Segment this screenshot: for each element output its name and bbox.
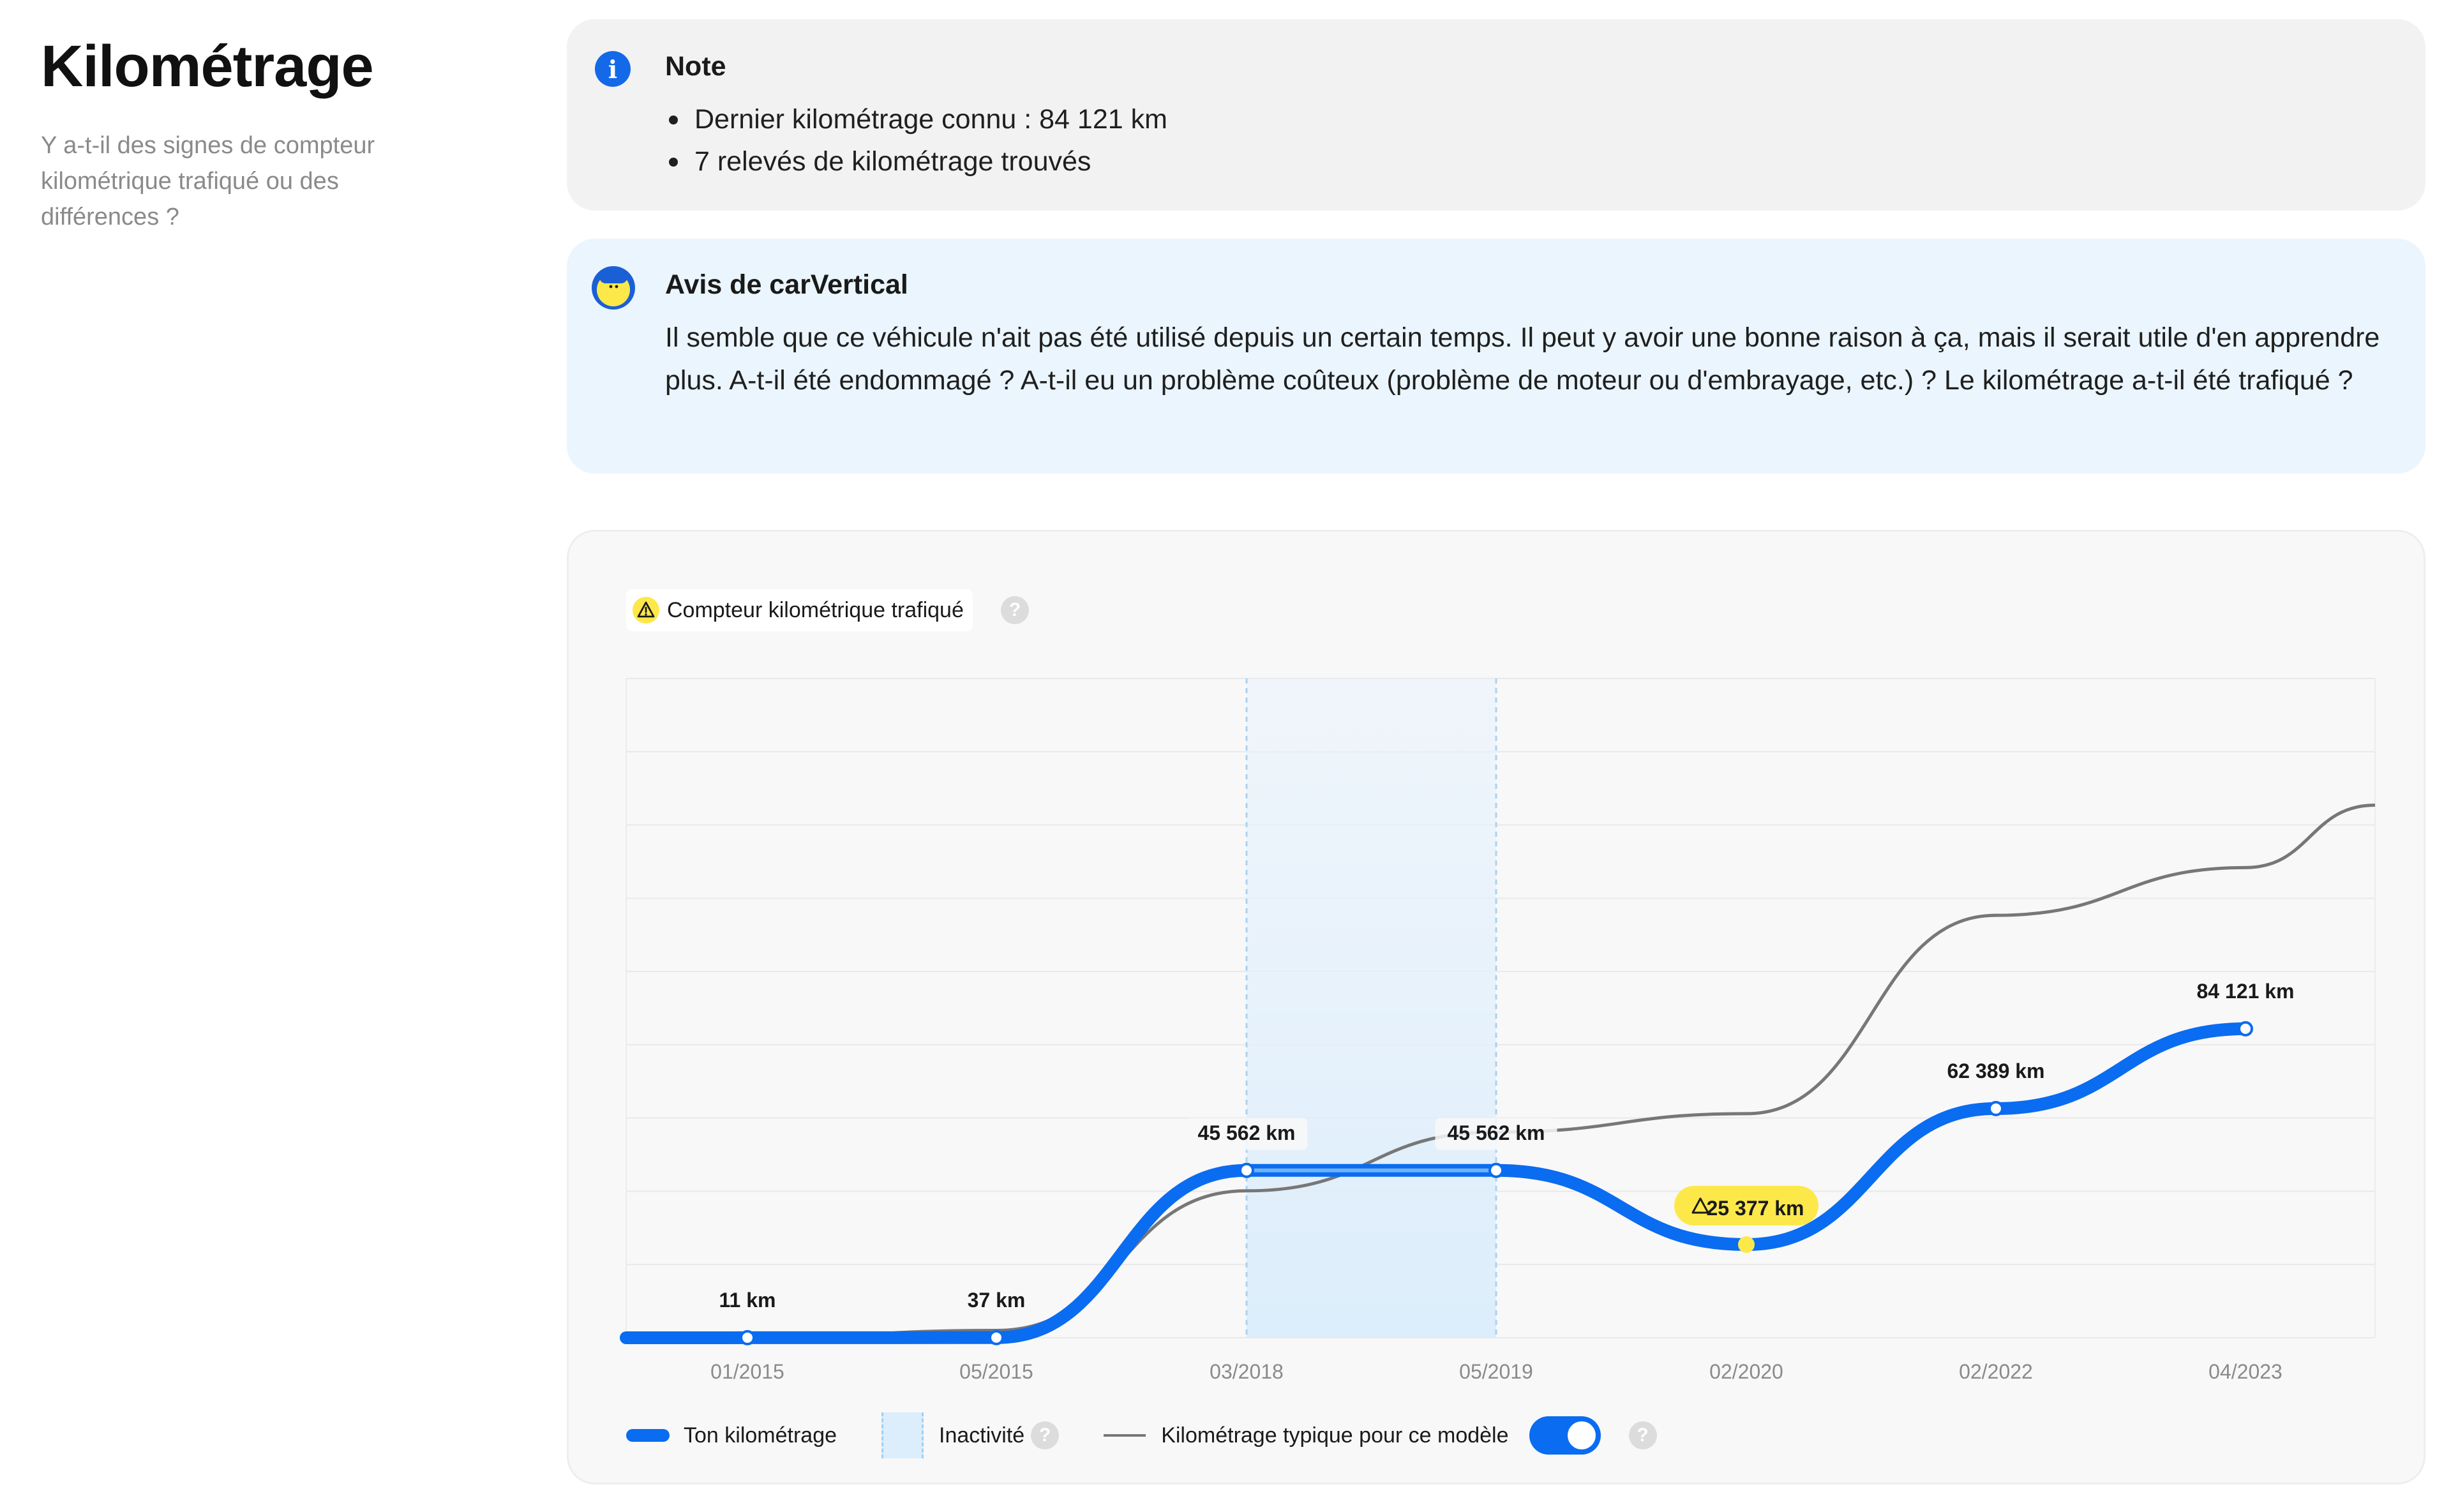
- mileage-point: [1988, 1100, 2004, 1116]
- x-tick-label: 01/2015: [710, 1360, 784, 1383]
- typical-mileage-toggle[interactable]: [1529, 1416, 1601, 1455]
- x-tick-label: 02/2022: [1959, 1360, 2033, 1383]
- mileage-point-label: 62 389 km: [1947, 1059, 2044, 1082]
- note-item: Dernier kilométrage connu : 84 121 km: [665, 98, 1167, 140]
- typical-help-icon[interactable]: ?: [1628, 1421, 1657, 1449]
- mileage-chart: 11 km 37 km 45 562 km 45 562 km 25 377 km 62 …: [620, 678, 2376, 1383]
- opinion-text: Il semble que ce véhicule n'ait pas été …: [665, 322, 2380, 396]
- typical-legend-swatch: [1104, 1434, 1146, 1437]
- section-header: Kilométrage Y a-t-il des signes de compt…: [41, 31, 449, 235]
- x-tick-label: 03/2018: [1210, 1360, 1284, 1383]
- inactivity-legend-label: Inactivité: [939, 1423, 1025, 1448]
- note-card: i Note Dernier kilométrage connu : 84 12…: [567, 19, 2425, 211]
- note-title: Note: [665, 51, 726, 82]
- mileage-point-label: 37 km: [968, 1289, 1026, 1312]
- mileage-point: [1239, 1162, 1254, 1178]
- page-title: Kilométrage: [41, 34, 374, 99]
- carvertical-opinion-card: Avis de carVertical Il semble que ce véh…: [567, 239, 2425, 474]
- info-icon: i: [595, 51, 631, 87]
- mileage-point: [989, 1329, 1004, 1345]
- page-subtitle: Y a-t-il des signes de compteur kilométr…: [41, 132, 375, 230]
- mileage-legend-swatch: [626, 1429, 670, 1442]
- mileage-point: [740, 1329, 755, 1345]
- toggle-knob: [1567, 1421, 1596, 1449]
- x-tick-label: 05/2019: [1459, 1360, 1533, 1383]
- note-list: Dernier kilométrage connu : 84 121 km 7 …: [665, 98, 1167, 183]
- mileage-point: [2238, 1021, 2253, 1037]
- mileage-point-label: 11 km: [719, 1289, 776, 1312]
- opinion-title: Avis de carVertical: [665, 269, 908, 300]
- mileage-point: [1738, 1236, 1755, 1253]
- x-tick-label: 04/2023: [2208, 1360, 2282, 1383]
- mileage-legend-label: Ton kilométrage: [684, 1423, 837, 1448]
- chart-legend: Ton kilométrage Inactivité ? Kilométrage…: [626, 1412, 1657, 1458]
- inactivity-band: [1247, 678, 1496, 1338]
- inactivity-legend-swatch: [881, 1412, 924, 1458]
- carvertical-avatar-icon: [592, 266, 635, 310]
- x-tick-label: 05/2015: [959, 1360, 1033, 1383]
- x-tick-label: 02/2020: [1709, 1360, 1783, 1383]
- mileage-point-label: 45 562 km: [1197, 1121, 1295, 1144]
- inactivity-help-icon[interactable]: ?: [1031, 1421, 1060, 1449]
- mileage-point: [1488, 1162, 1504, 1178]
- mileage-chart-card: Compteur kilométrique trafiqué ? 11 km 37…: [567, 530, 2425, 1485]
- note-item: 7 relevés de kilométrage trouvés: [665, 140, 1167, 183]
- typical-legend-label: Kilométrage typique pour ce modèle: [1161, 1423, 1509, 1448]
- mileage-point-label: 25 377 km: [1706, 1197, 1804, 1220]
- mileage-point-label: 84 121 km: [2196, 980, 2294, 1003]
- mileage-point-label: 45 562 km: [1447, 1121, 1545, 1144]
